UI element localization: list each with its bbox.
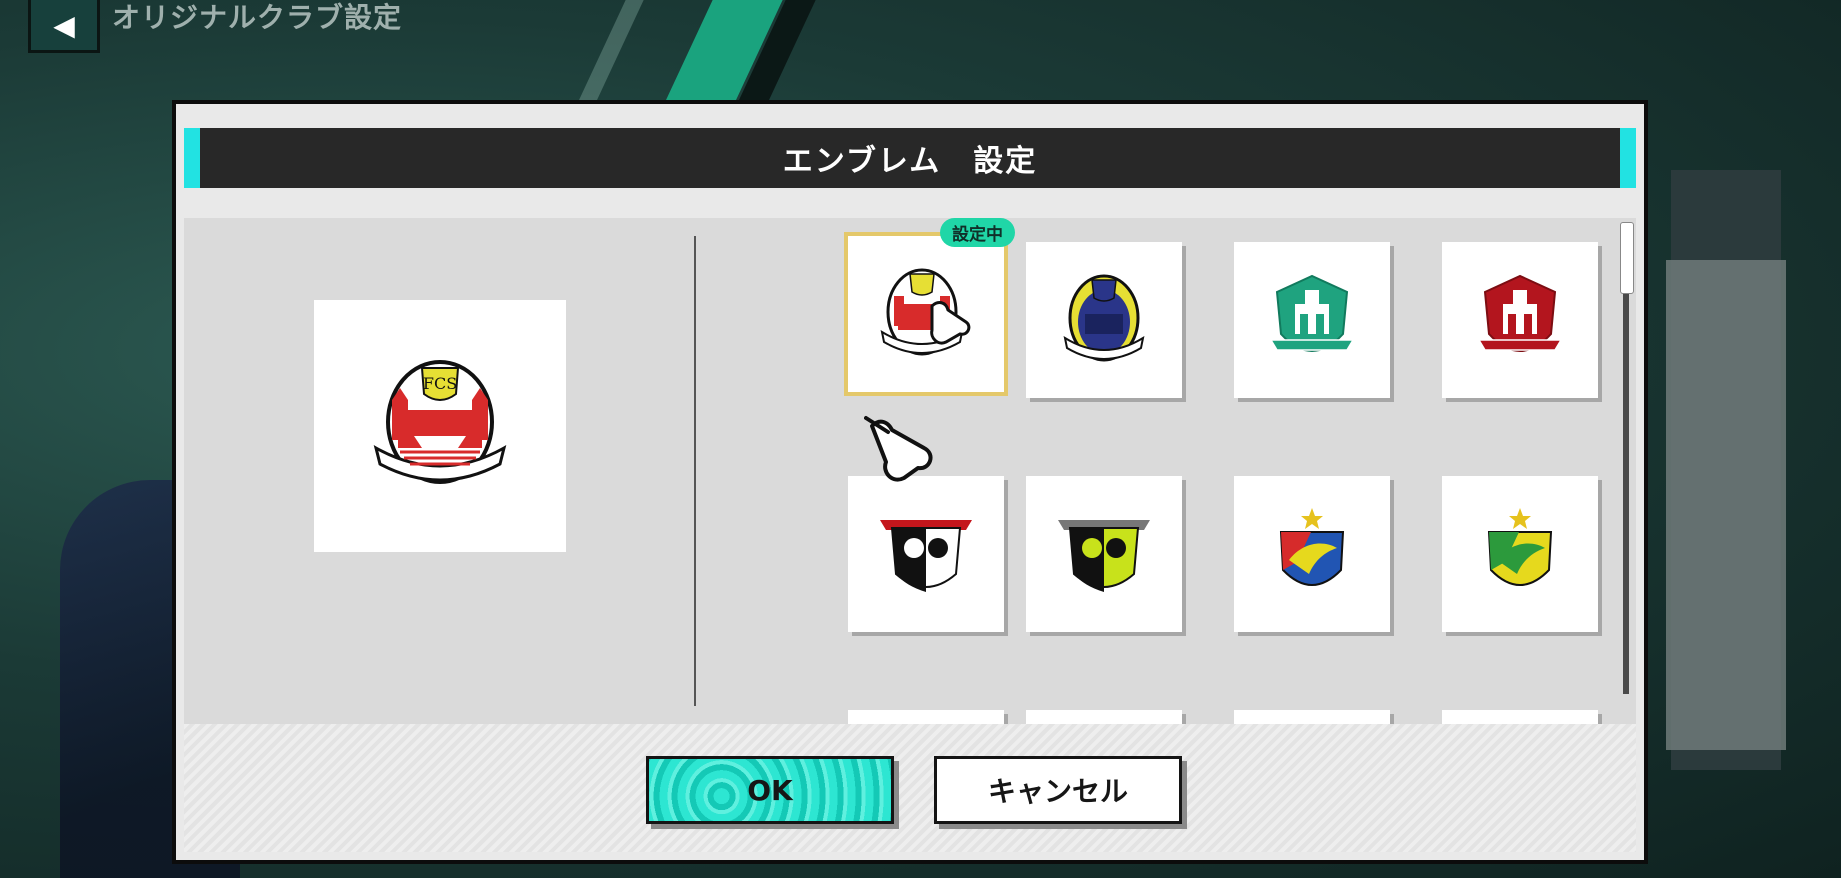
emblem-grid-scrollbar[interactable] [1620, 222, 1634, 694]
fc-stuttgart-navy-emblem-icon [1063, 274, 1145, 362]
emblem-tile-2[interactable] [1026, 242, 1182, 398]
emblem-dialog: エンブレム 設定 FCS 設定中 OK キャンセル [176, 104, 1644, 860]
emblem-preview-icon: FCS [373, 360, 507, 484]
emblem-tile-6[interactable] [1026, 476, 1182, 632]
emblem-tile-8[interactable] [1442, 476, 1598, 632]
scroll-thumb[interactable] [1620, 222, 1634, 294]
dialog-content: FCS 設定中 [184, 218, 1636, 724]
emblem-tile-1[interactable]: 設定中 [844, 218, 1015, 396]
screen-title: オリジナルクラブ設定 [112, 1, 403, 34]
ok-button[interactable]: OK [646, 756, 894, 824]
background-card [1666, 260, 1786, 750]
castle-red-emblem-icon [1477, 274, 1563, 352]
dialog-title: エンブレム 設定 [782, 144, 1038, 179]
back-button[interactable]: ◀ [28, 0, 100, 53]
ok-button-label: OK [747, 773, 793, 807]
castle-teal-emblem-icon [1269, 274, 1355, 352]
eagle-black-red-emblem-icon [880, 520, 972, 592]
emblem-tile-11[interactable] [1234, 710, 1390, 724]
phoenix-blue-red-emblem-icon [1279, 508, 1345, 586]
cancel-button-label: キャンセル [987, 775, 1128, 808]
emblem-tile-3[interactable] [1234, 242, 1390, 398]
fc-stuttgart-red-emblem-icon [880, 268, 971, 356]
emblem-tile-5[interactable] [848, 476, 1004, 632]
divider [694, 236, 696, 706]
emblem-preview: FCS [314, 300, 566, 552]
emblem-tile-4[interactable] [1442, 242, 1598, 398]
eagle-lime-grey-emblem-icon [1058, 520, 1150, 592]
svg-text:FCS: FCS [423, 374, 457, 393]
dialog-header: エンブレム 設定 [184, 128, 1636, 188]
emblem-tile-10[interactable] [1026, 710, 1182, 724]
phoenix-yellow-green-emblem-icon [1487, 508, 1553, 586]
emblem-tile-12[interactable] [1442, 710, 1598, 724]
pointer-hand-icon [864, 416, 933, 482]
back-arrow-icon: ◀ [53, 8, 75, 42]
dialog-footer: OK キャンセル [184, 724, 1636, 852]
selected-badge: 設定中 [940, 218, 1015, 247]
emblem-tile-7[interactable] [1234, 476, 1390, 632]
cancel-button[interactable]: キャンセル [934, 756, 1182, 824]
emblem-tile-9[interactable] [848, 710, 1004, 724]
